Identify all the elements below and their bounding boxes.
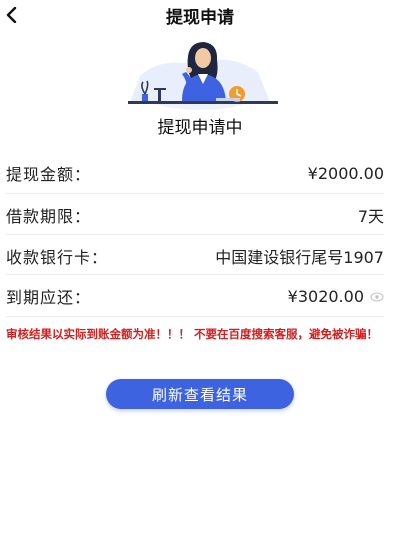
amount-label: 提现金额： <box>6 165 92 184</box>
term-value: 7天 <box>357 207 384 226</box>
eye-icon[interactable] <box>370 289 384 303</box>
repay-value: ¥3020.00 <box>287 286 364 306</box>
warning-text: 审核结果以实际到账金额为准！！！ 不要在百度搜索客服，避免被诈骗！ <box>6 327 378 341</box>
bank-card-label: 收款银行卡： <box>6 248 109 267</box>
divider <box>6 193 384 194</box>
term-row: 借款期限： 7天 <box>6 195 384 235</box>
status-illustration <box>120 38 280 110</box>
amount-row: 提现金额： ¥2000.00 <box>6 153 384 193</box>
amount-value: ¥2000.00 <box>307 163 384 183</box>
repay-row: 到期应还： ¥3020.00 <box>6 276 384 316</box>
page-title: 提现申请 <box>166 8 234 28</box>
term-label: 借款期限： <box>6 207 92 226</box>
status-text: 提现申请中 <box>157 118 243 138</box>
bank-card-value: 中国建设银行尾号1907 <box>215 248 384 267</box>
refresh-result-button[interactable]: 刷新查看结果 <box>106 379 294 409</box>
bank-card-row: 收款银行卡： 中国建设银行尾号1907 <box>6 236 384 276</box>
divider <box>6 316 384 317</box>
divider <box>6 234 384 235</box>
divider <box>6 274 384 275</box>
repay-value-wrap: ¥3020.00 <box>288 287 384 306</box>
repay-label: 到期应还： <box>6 288 92 307</box>
nav-bar: 提现申请 <box>0 0 400 30</box>
